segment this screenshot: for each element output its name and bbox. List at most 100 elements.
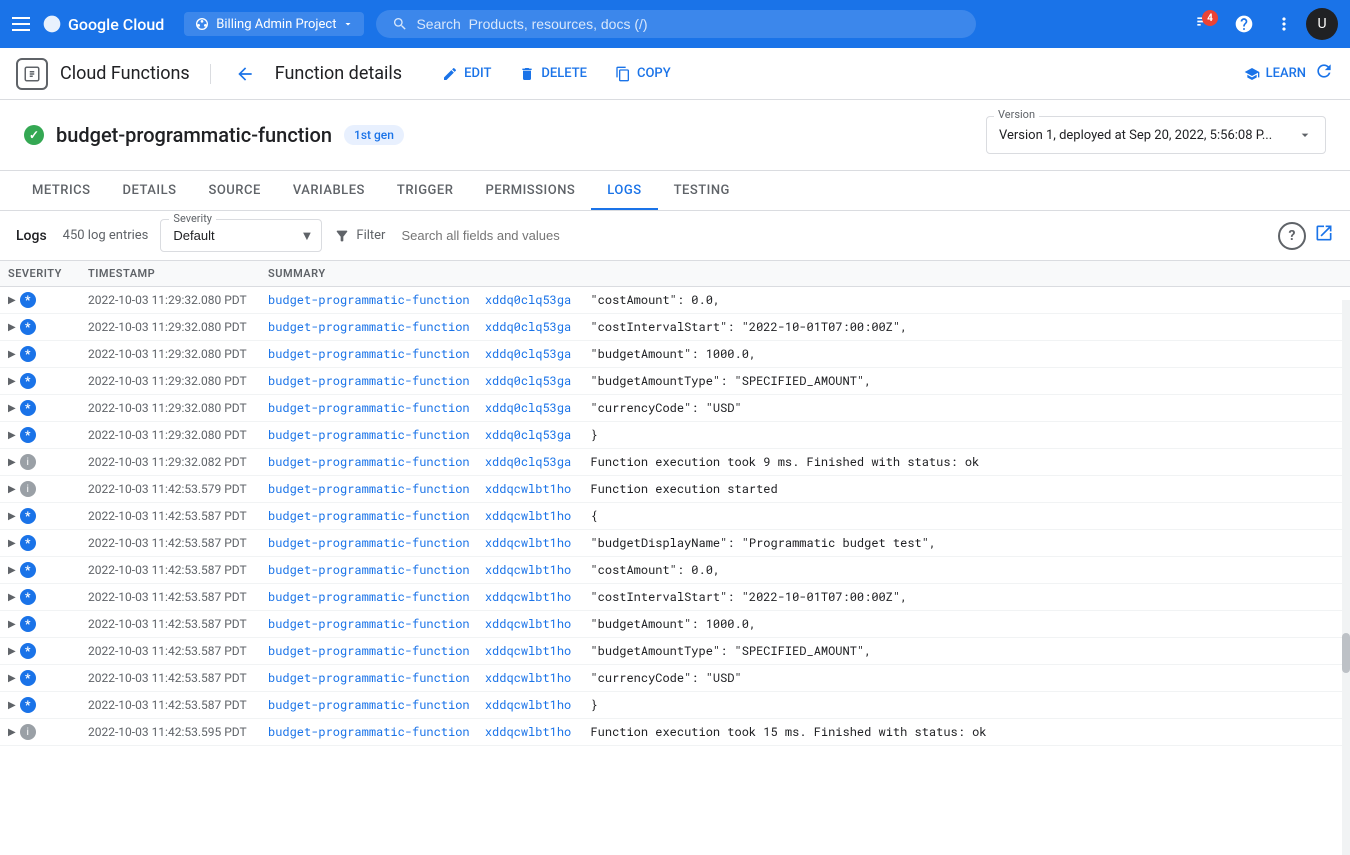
function-link[interactable]: budget-programmatic-function (268, 454, 470, 470)
table-row[interactable]: ▶ 2022-10-03 11:29:32.080 PDT budget-pro… (0, 368, 1350, 395)
expand-button[interactable]: ▶ (8, 403, 16, 414)
expand-button[interactable]: ▶ (8, 646, 16, 657)
function-link[interactable]: budget-programmatic-function (268, 535, 470, 551)
search-bar[interactable] (376, 10, 976, 38)
table-row[interactable]: ▶ 2022-10-03 11:42:53.587 PDT budget-pro… (0, 638, 1350, 665)
tab-source[interactable]: SOURCE (192, 171, 276, 210)
table-row[interactable]: ▶ 2022-10-03 11:29:32.080 PDT budget-pro… (0, 314, 1350, 341)
severity-cell: ▶ (0, 314, 80, 341)
tab-variables[interactable]: VARIABLES (277, 171, 381, 210)
project-selector[interactable]: Billing Admin Project (184, 12, 364, 36)
expand-button[interactable]: ▶ (8, 565, 16, 576)
exec-id[interactable]: xddq0clq53ga (485, 292, 571, 308)
refresh-button[interactable] (1314, 61, 1334, 86)
expand-button[interactable]: ▶ (8, 484, 16, 495)
scrollbar-thumb[interactable] (1342, 633, 1350, 673)
function-link[interactable]: budget-programmatic-function (268, 724, 470, 740)
open-in-new-icon[interactable] (1314, 223, 1334, 248)
table-row[interactable]: ▶ 2022-10-03 11:42:53.587 PDT budget-pro… (0, 692, 1350, 719)
expand-button[interactable]: ▶ (8, 322, 16, 333)
hamburger-menu[interactable] (12, 17, 30, 31)
exec-id[interactable]: xddq0clq53ga (485, 454, 571, 470)
table-row[interactable]: ▶ 2022-10-03 11:29:32.080 PDT budget-pro… (0, 341, 1350, 368)
learn-button[interactable]: LEARN (1244, 66, 1306, 82)
function-link[interactable]: budget-programmatic-function (268, 319, 470, 335)
help-circle-icon[interactable]: ? (1278, 222, 1306, 250)
more-options-icon[interactable] (1266, 6, 1302, 42)
table-row[interactable]: ▶ 2022-10-03 11:42:53.587 PDT budget-pro… (0, 611, 1350, 638)
function-link[interactable]: budget-programmatic-function (268, 562, 470, 578)
exec-id[interactable]: xddq0clq53ga (485, 346, 571, 362)
function-link[interactable]: budget-programmatic-function (268, 400, 470, 416)
table-row[interactable]: ▶ 2022-10-03 11:42:53.587 PDT budget-pro… (0, 530, 1350, 557)
expand-button[interactable]: ▶ (8, 295, 16, 306)
expand-button[interactable]: ▶ (8, 538, 16, 549)
table-row[interactable]: ▶ 2022-10-03 11:29:32.080 PDT budget-pro… (0, 422, 1350, 449)
log-search-input[interactable] (397, 224, 1266, 247)
expand-button[interactable]: ▶ (8, 673, 16, 684)
version-selector[interactable]: Version Version 1, deployed at Sep 20, 2… (986, 116, 1326, 154)
exec-id[interactable]: xddqcwlbt1ho (485, 589, 571, 605)
exec-id[interactable]: xddq0clq53ga (485, 400, 571, 416)
function-link[interactable]: budget-programmatic-function (268, 697, 470, 713)
function-link[interactable]: budget-programmatic-function (268, 508, 470, 524)
exec-id[interactable]: xddq0clq53ga (485, 427, 571, 443)
function-link[interactable]: budget-programmatic-function (268, 373, 470, 389)
table-row[interactable]: ▶ 2022-10-03 11:42:53.587 PDT budget-pro… (0, 503, 1350, 530)
expand-button[interactable]: ▶ (8, 376, 16, 387)
expand-button[interactable]: ▶ (8, 592, 16, 603)
delete-button[interactable]: DELETE (507, 60, 599, 88)
function-link[interactable]: budget-programmatic-function (268, 670, 470, 686)
edit-button[interactable]: EDIT (430, 60, 503, 88)
exec-id[interactable]: xddqcwlbt1ho (485, 481, 571, 497)
table-row[interactable]: ▶ i 2022-10-03 11:29:32.082 PDT budget-p… (0, 449, 1350, 476)
exec-id[interactable]: xddqcwlbt1ho (485, 643, 571, 659)
expand-button[interactable]: ▶ (8, 511, 16, 522)
expand-button[interactable]: ▶ (8, 349, 16, 360)
expand-button[interactable]: ▶ (8, 457, 16, 468)
help-icon[interactable] (1226, 6, 1262, 42)
tab-logs[interactable]: LOGS (591, 171, 657, 210)
severity-filter[interactable]: Severity Default DEBUG INFO WARNING ERRO… (160, 219, 322, 252)
function-link[interactable]: budget-programmatic-function (268, 643, 470, 659)
tab-testing[interactable]: TESTING (658, 171, 746, 210)
notifications-icon[interactable]: 4 (1186, 6, 1222, 42)
filter-button[interactable]: Filter (334, 228, 385, 244)
function-link[interactable]: budget-programmatic-function (268, 427, 470, 443)
function-link[interactable]: budget-programmatic-function (268, 292, 470, 308)
expand-button[interactable]: ▶ (8, 727, 16, 738)
function-link[interactable]: budget-programmatic-function (268, 589, 470, 605)
exec-id[interactable]: xddqcwlbt1ho (485, 697, 571, 713)
table-row[interactable]: ▶ 2022-10-03 11:29:32.080 PDT budget-pro… (0, 287, 1350, 314)
table-row[interactable]: ▶ 2022-10-03 11:42:53.587 PDT budget-pro… (0, 557, 1350, 584)
tab-details[interactable]: DETAILS (106, 171, 192, 210)
function-link[interactable]: budget-programmatic-function (268, 346, 470, 362)
scrollbar[interactable] (1342, 300, 1350, 855)
exec-id[interactable]: xddqcwlbt1ho (485, 670, 571, 686)
exec-id[interactable]: xddq0clq53ga (485, 373, 571, 389)
exec-id[interactable]: xddqcwlbt1ho (485, 724, 571, 740)
exec-id[interactable]: xddqcwlbt1ho (485, 616, 571, 632)
tab-permissions[interactable]: PERMISSIONS (469, 171, 591, 210)
user-avatar[interactable]: U (1306, 8, 1338, 40)
table-row[interactable]: ▶ 2022-10-03 11:42:53.587 PDT budget-pro… (0, 584, 1350, 611)
back-button[interactable] (231, 60, 259, 88)
expand-button[interactable]: ▶ (8, 700, 16, 711)
function-link[interactable]: budget-programmatic-function (268, 616, 470, 632)
function-link[interactable]: budget-programmatic-function (268, 481, 470, 497)
exec-id[interactable]: xddqcwlbt1ho (485, 562, 571, 578)
search-input[interactable] (416, 16, 960, 32)
exec-id[interactable]: xddq0clq53ga (485, 319, 571, 335)
exec-id[interactable]: xddqcwlbt1ho (485, 535, 571, 551)
expand-button[interactable]: ▶ (8, 619, 16, 630)
tab-metrics[interactable]: METRICS (16, 171, 106, 210)
table-row[interactable]: ▶ i 2022-10-03 11:42:53.595 PDT budget-p… (0, 719, 1350, 746)
copy-button[interactable]: COPY (603, 60, 683, 88)
expand-button[interactable]: ▶ (8, 430, 16, 441)
exec-id[interactable]: xddqcwlbt1ho (485, 508, 571, 524)
table-row[interactable]: ▶ 2022-10-03 11:29:32.080 PDT budget-pro… (0, 395, 1350, 422)
table-row[interactable]: ▶ 2022-10-03 11:42:53.587 PDT budget-pro… (0, 665, 1350, 692)
version-dropdown[interactable]: Version 1, deployed at Sep 20, 2022, 5:5… (986, 116, 1326, 154)
tab-trigger[interactable]: TRIGGER (381, 171, 470, 210)
table-row[interactable]: ▶ i 2022-10-03 11:42:53.579 PDT budget-p… (0, 476, 1350, 503)
